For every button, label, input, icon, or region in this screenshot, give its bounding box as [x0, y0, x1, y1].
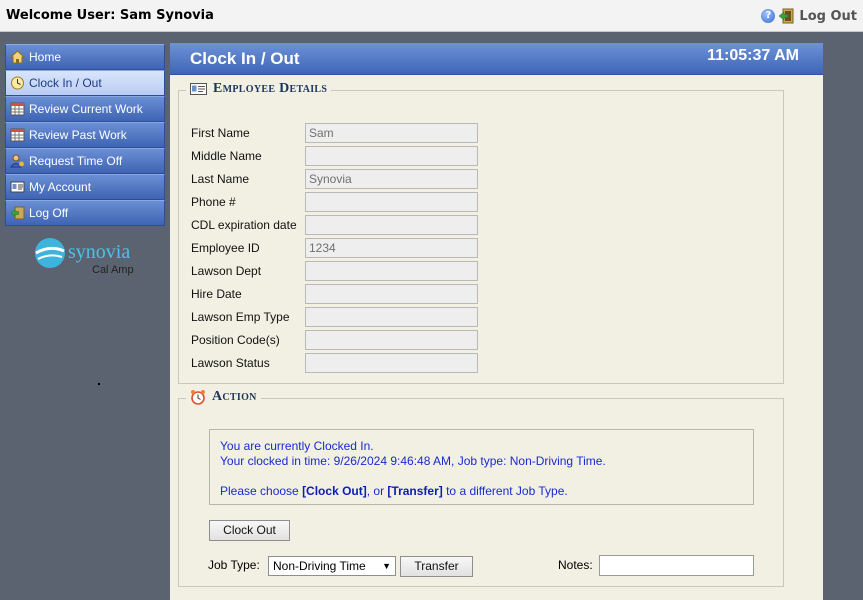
main-content: Clock In / Out 11:05:37 AM Employee Deta…	[170, 43, 823, 600]
instruction-clock-out: [Clock Out]	[302, 484, 367, 498]
synovia-calamp-logo: synovia Cal Amp	[34, 237, 144, 281]
sidebar-item-label: Log Off	[29, 206, 69, 220]
cdl-expiration-field[interactable]	[305, 215, 478, 235]
action-section: Action You are currently Clocked In. You…	[178, 389, 784, 587]
first-name-field[interactable]: Sam	[305, 123, 478, 143]
sidebar-item-label: Home	[29, 50, 62, 64]
clock-status-message: You are currently Clocked In. Your clock…	[209, 429, 754, 505]
logout-icon[interactable]	[778, 8, 794, 24]
field-label: Lawson Emp Type	[191, 310, 290, 324]
sidebar-item-home[interactable]: Home	[5, 44, 165, 70]
status-line-1: You are currently Clocked In.	[220, 439, 374, 453]
employee-details-legend: Employee Details	[186, 81, 332, 97]
instruction-suffix: to a different Job Type.	[442, 484, 568, 498]
sidebar-item-request-time-off[interactable]: Request Time Off	[5, 148, 165, 174]
decorative-dot	[98, 383, 100, 385]
sidebar-item-log-off[interactable]: Log Off	[5, 200, 165, 226]
instruction-mid: , or	[366, 484, 388, 498]
sidebar-item-label: Clock In / Out	[29, 76, 102, 90]
field-row-lawson-emp-type: Lawson Emp Type	[191, 307, 478, 327]
exit-icon	[10, 206, 25, 220]
lawson-emp-type-field[interactable]	[305, 307, 478, 327]
job-type-selected-value: Non-Driving Time	[273, 559, 366, 573]
sidebar-item-label: My Account	[29, 180, 92, 194]
clock-out-button[interactable]: Clock Out	[209, 520, 290, 541]
notes-label: Notes:	[558, 558, 593, 572]
lawson-status-field[interactable]	[305, 353, 478, 373]
person-icon	[10, 154, 24, 168]
employee-id-field[interactable]: 1234	[305, 238, 478, 258]
middle-name-field[interactable]	[305, 146, 478, 166]
legend-text: Employee Details	[213, 81, 328, 96]
top-bar: Welcome User: Sam Synovia ? Log Out	[0, 0, 863, 32]
field-row-first-name: First Name Sam	[191, 123, 478, 143]
help-icon[interactable]: ?	[761, 9, 776, 23]
transfer-button[interactable]: Transfer	[400, 556, 473, 577]
field-row-employee-id: Employee ID 1234	[191, 238, 478, 258]
sidebar-item-label: Review Past Work	[29, 128, 127, 142]
logout-link[interactable]: Log Out	[799, 9, 857, 24]
instruction-transfer: [Transfer]	[387, 484, 443, 498]
id-card-icon	[190, 83, 207, 95]
legend-text: Action	[212, 389, 257, 404]
field-row-lawson-dept: Lawson Dept	[191, 261, 478, 281]
clock-icon	[11, 76, 24, 90]
phone-field[interactable]	[305, 192, 478, 212]
chevron-down-icon: ▼	[382, 561, 391, 571]
sidebar-item-label: Request Time Off	[29, 154, 123, 168]
spreadsheet-icon	[10, 102, 25, 116]
field-label: Lawson Status	[191, 356, 270, 370]
field-row-phone: Phone #	[191, 192, 478, 212]
job-type-select[interactable]: Non-Driving Time ▼	[268, 556, 396, 576]
nav-menu: Home Clock In / Out Review Current Work …	[5, 44, 165, 226]
position-codes-field[interactable]	[305, 330, 478, 350]
field-label: Employee ID	[191, 241, 260, 255]
field-label: Lawson Dept	[191, 264, 262, 278]
field-row-middle-name: Middle Name	[191, 146, 478, 166]
field-label: CDL expiration date	[191, 218, 297, 232]
field-row-cdl-expiration: CDL expiration date	[191, 215, 478, 235]
field-row-hire-date: Hire Date	[191, 284, 478, 304]
content-header: Clock In / Out 11:05:37 AM	[170, 43, 823, 75]
welcome-text: Welcome User: Sam Synovia	[6, 8, 214, 23]
sidebar-item-clock-in-out[interactable]: Clock In / Out	[5, 70, 165, 96]
field-row-last-name: Last Name Synovia	[191, 169, 478, 189]
sidebar-item-review-current-work[interactable]: Review Current Work	[5, 96, 165, 122]
lawson-dept-field[interactable]	[305, 261, 478, 281]
sidebar: Home Clock In / Out Review Current Work …	[0, 33, 168, 600]
logo-brand-text: synovia	[68, 241, 131, 263]
field-label: Middle Name	[191, 149, 262, 163]
field-row-position-codes: Position Code(s)	[191, 330, 478, 350]
field-row-lawson-status: Lawson Status	[191, 353, 478, 373]
status-line-2: Your clocked in time: 9/26/2024 9:46:48 …	[220, 454, 606, 468]
home-icon	[10, 50, 25, 64]
notes-input[interactable]	[599, 555, 754, 576]
alarm-clock-icon	[191, 390, 205, 405]
spreadsheet-icon	[10, 128, 25, 142]
job-type-label: Job Type:	[208, 558, 260, 572]
logo-sub-text: Cal Amp	[92, 264, 134, 276]
sidebar-item-review-past-work[interactable]: Review Past Work	[5, 122, 165, 148]
field-label: Hire Date	[191, 287, 242, 301]
instruction-prefix: Please choose	[220, 484, 303, 498]
field-label: Last Name	[191, 172, 250, 186]
action-legend: Action	[186, 389, 261, 405]
last-name-field[interactable]: Synovia	[305, 169, 478, 189]
synovia-logo-icon	[35, 238, 65, 268]
sidebar-item-my-account[interactable]: My Account	[5, 174, 165, 200]
page-title: Clock In / Out	[190, 48, 300, 68]
field-label: Position Code(s)	[191, 333, 280, 347]
right-margin	[823, 43, 863, 600]
field-label: First Name	[191, 126, 250, 140]
employee-details-section: Employee Details First Name Sam Middle N…	[178, 81, 784, 384]
id-card-icon	[10, 181, 25, 193]
top-right-controls: ? Log Out	[761, 8, 857, 24]
sidebar-item-label: Review Current Work	[29, 102, 143, 116]
hire-date-field[interactable]	[305, 284, 478, 304]
current-time: 11:05:37 AM	[707, 46, 799, 64]
field-label: Phone #	[191, 195, 236, 209]
status-instructions: Please choose [Clock Out], or [Transfer]…	[220, 484, 743, 499]
